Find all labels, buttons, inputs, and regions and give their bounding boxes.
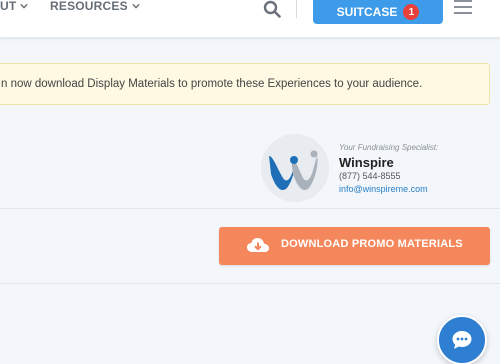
cloud-download-icon: [247, 238, 269, 252]
notice-text: n now download Display Materials to prom…: [1, 78, 423, 90]
top-navbar: UT RESOURCES SUITCASE 1: [0, 0, 500, 38]
chevron-down-icon: [132, 3, 140, 9]
nav-item-about[interactable]: UT: [0, 0, 29, 13]
specialist-caption: Your Fundraising Specialist:: [339, 143, 439, 152]
specialist-name: Winspire: [339, 155, 394, 170]
suitcase-count-badge: 1: [403, 4, 420, 20]
nav-item-label: UT: [0, 0, 17, 13]
display-materials-notice: n now download Display Materials to prom…: [0, 63, 490, 105]
chat-bubble-icon: [452, 331, 472, 349]
hamburger-menu-icon[interactable]: [454, 0, 472, 14]
section-divider: [0, 283, 500, 284]
nav-item-resources[interactable]: RESOURCES: [50, 0, 140, 13]
specialist-email-link[interactable]: info@winspireme.com: [339, 184, 428, 194]
suitcase-button[interactable]: SUITCASE 1: [313, 0, 443, 24]
search-icon[interactable]: [263, 0, 281, 18]
download-label: DOWNLOAD PROMO MATERIALS: [281, 238, 463, 250]
chevron-down-icon: [20, 3, 29, 9]
specialist-phone[interactable]: (877) 544-8555: [339, 171, 401, 181]
nav-divider: [296, 0, 297, 18]
download-promo-materials-button[interactable]: DOWNLOAD PROMO MATERIALS: [219, 227, 490, 265]
suitcase-label: SUITCASE: [336, 5, 398, 19]
winspire-logo: [261, 134, 329, 202]
section-divider: [0, 208, 500, 209]
nav-item-label: RESOURCES: [50, 0, 128, 13]
chat-launcher-button[interactable]: [437, 315, 487, 364]
